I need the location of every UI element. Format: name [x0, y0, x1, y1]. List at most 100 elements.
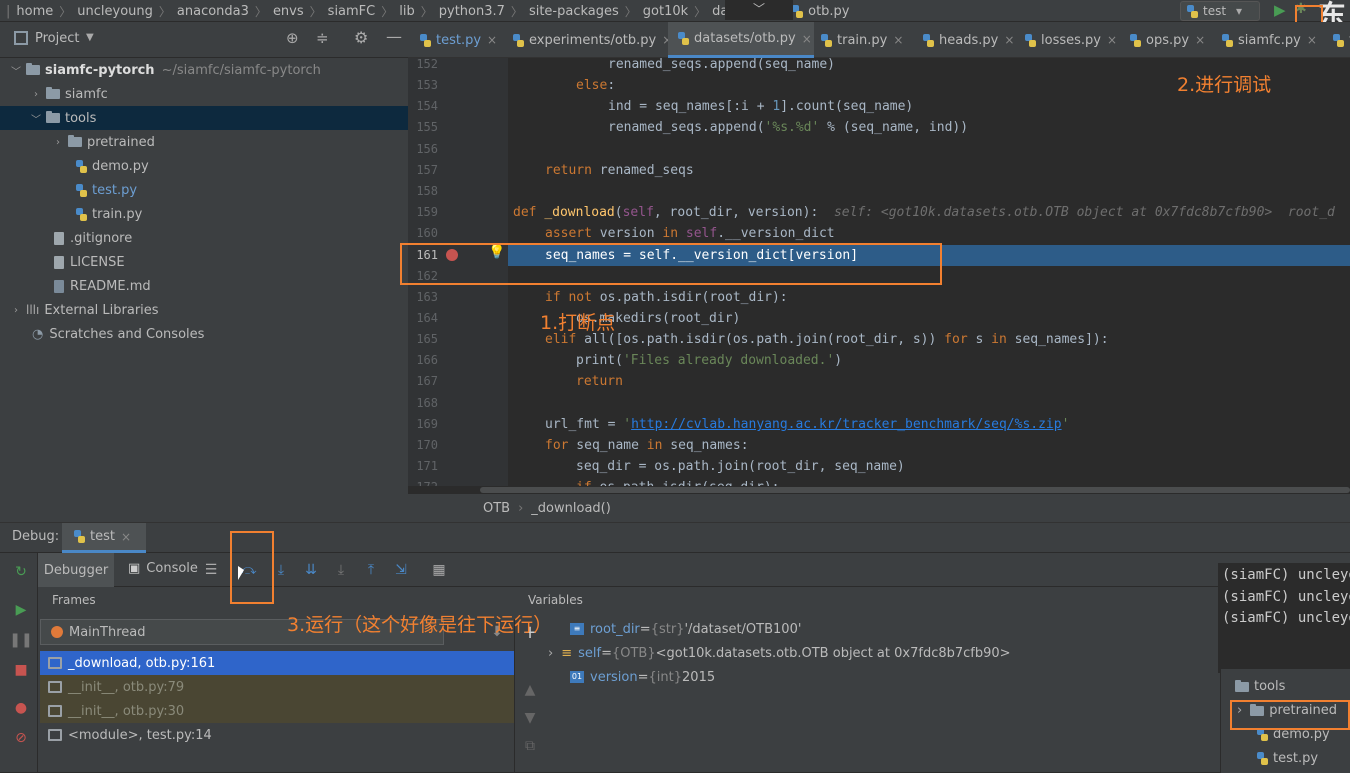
project-title[interactable]: Project	[35, 31, 79, 46]
tab-debugger[interactable]: Debugger	[38, 553, 114, 587]
collapse-icon[interactable]: ≑	[316, 29, 329, 47]
step-out-icon[interactable]: ⤒	[362, 561, 380, 579]
tree-item-readme[interactable]: README.md	[0, 274, 408, 298]
tab-losses-py[interactable]: losses.py ×	[1015, 22, 1117, 58]
expanded-arrow-icon[interactable]: ﹀	[10, 63, 22, 78]
variable-row[interactable]: ≡ root_dir = {str} '/dataset/OTB100'	[570, 617, 801, 641]
tab-heads-py[interactable]: heads.py ×	[913, 22, 1014, 58]
crumb-site-packages[interactable]: site-packages	[529, 0, 619, 22]
run-to-cursor-icon[interactable]: ⇲	[392, 561, 410, 579]
folder-icon	[46, 111, 60, 123]
code-line-153: else:	[576, 78, 616, 93]
frame-item[interactable]: <module>, test.py:14	[40, 723, 514, 747]
locate-icon[interactable]: ⊕	[286, 29, 299, 47]
crumb-otb-py[interactable]: otb.py	[792, 0, 850, 22]
step-into-my-code-icon[interactable]: ⇊	[302, 561, 320, 579]
menu-icon[interactable]: ☰	[202, 561, 220, 579]
tab-truncated[interactable]: t	[1323, 22, 1350, 58]
force-step-into-icon[interactable]: ⤓	[332, 561, 350, 579]
close-icon[interactable]: ×	[893, 33, 903, 47]
pause-icon[interactable]: ❚❚	[9, 631, 32, 649]
expanded-arrow-icon[interactable]: ﹀	[30, 111, 42, 126]
code-line-159: def _download(self, root_dir, version): …	[513, 205, 1335, 220]
gear-icon[interactable]: ⚙	[354, 28, 368, 47]
collapsed-arrow-icon[interactable]: ›	[30, 89, 42, 100]
frame-item[interactable]: __init__, otb.py:79	[40, 675, 514, 699]
tree-item-train-py[interactable]: train.py	[0, 202, 408, 226]
frame-item[interactable]: __init__, otb.py:30	[40, 699, 514, 723]
mini-tree-tools[interactable]: tools	[1235, 679, 1285, 694]
close-icon[interactable]: ×	[487, 33, 497, 47]
stop-icon[interactable]: ■	[12, 661, 30, 679]
tab-train-py[interactable]: train.py ×	[811, 22, 903, 58]
code-breadcrumb: OTB › _download()	[408, 494, 1350, 522]
code-line-157: return renamed_seqs	[545, 163, 694, 178]
collapsed-arrow-icon[interactable]: ›	[52, 137, 64, 148]
python-icon	[1187, 4, 1198, 18]
nav-class[interactable]: OTB	[483, 501, 510, 516]
project-dropdown-icon[interactable]: ▼	[86, 32, 94, 43]
crumb-python37[interactable]: python3.7	[439, 0, 505, 22]
mini-tree-test[interactable]: test.py	[1257, 751, 1318, 766]
folder-icon	[46, 87, 60, 99]
copy-icon[interactable]: ⧉	[521, 737, 539, 755]
close-icon[interactable]: ×	[1307, 33, 1317, 47]
mute-breakpoints-icon[interactable]: ⊘	[12, 729, 30, 747]
close-icon[interactable]: ×	[1004, 33, 1014, 47]
chevron-down-icon[interactable]: ﹀	[725, 0, 793, 20]
rerun-icon[interactable]: ↻	[12, 563, 30, 581]
resume-icon[interactable]: ▶	[12, 601, 30, 619]
tab-console[interactable]: ▣ Console	[128, 561, 198, 576]
move-down-icon[interactable]: ▼	[521, 709, 539, 727]
project-panel: Project ▼ ⊕ ≑ ⚙ — ﹀ siamfc-pytorch ~/siam…	[0, 22, 408, 522]
crumb-home[interactable]: | home	[6, 0, 53, 22]
tab-siamfc-py[interactable]: siamfc.py ×	[1212, 22, 1317, 58]
line-number: 170	[416, 438, 438, 452]
close-icon[interactable]: ×	[121, 530, 131, 544]
line-number: 156	[416, 142, 438, 156]
nav-method[interactable]: _download()	[531, 501, 611, 516]
crumb-lib[interactable]: lib	[399, 0, 414, 22]
tree-item-siamfc[interactable]: › siamfc	[0, 82, 408, 106]
run-icon[interactable]: ▶	[1274, 1, 1286, 19]
tree-item-license[interactable]: LICENSE	[0, 250, 408, 274]
thread-icon	[51, 626, 63, 638]
tab-test-py[interactable]: test.py ×	[410, 22, 497, 58]
tab-datasets-otb[interactable]: datasets/otb.py ×	[668, 22, 814, 58]
expand-arrow-icon[interactable]: ›	[548, 646, 553, 661]
step-into-icon[interactable]: ⤓	[272, 561, 290, 579]
variable-row[interactable]: 01 version = {int} 2015	[570, 665, 715, 689]
crumb-envs[interactable]: envs	[273, 0, 304, 22]
tree-item-test-py[interactable]: test.py	[0, 178, 408, 202]
tab-ops-py[interactable]: ops.py ×	[1120, 22, 1205, 58]
tab-debug-session[interactable]: test ×	[62, 523, 146, 553]
minimize-icon[interactable]: —	[386, 27, 402, 46]
frame-item[interactable]: _download, otb.py:161	[40, 651, 514, 675]
variable-row[interactable]: › ≡ self = {OTB} <got10k.datasets.otb.OTB …	[548, 641, 1011, 665]
tree-item-external-libraries[interactable]: › lllı External Libraries	[0, 298, 408, 322]
tree-item-tools[interactable]: ﹀ tools	[0, 106, 408, 130]
crumb-siamfc[interactable]: siamFC	[328, 0, 376, 22]
tree-item-demo-py[interactable]: demo.py	[0, 154, 408, 178]
python-file-icon	[420, 33, 431, 47]
horizontal-scrollbar[interactable]	[480, 487, 1350, 493]
crumb-got10k[interactable]: got10k	[643, 0, 688, 22]
view-breakpoints-icon[interactable]: ●	[12, 699, 30, 717]
python-file-icon	[1257, 752, 1268, 765]
evaluate-icon[interactable]: ▦	[430, 561, 448, 579]
code-line-165: elif all([os.path.isdir(os.path.join(roo…	[545, 332, 1109, 347]
tab-experiments-otb[interactable]: experiments/otb.py×	[503, 22, 672, 58]
collapsed-arrow-icon[interactable]: ›	[10, 305, 22, 316]
tree-item-scratches[interactable]: ◔ Scratches and Consoles	[0, 322, 408, 346]
tree-item-gitignore[interactable]: .gitignore	[0, 226, 408, 250]
folder-icon	[26, 63, 40, 75]
close-icon[interactable]: ×	[1195, 33, 1205, 47]
close-icon[interactable]: ×	[1107, 33, 1117, 47]
move-up-icon[interactable]: ▲	[521, 681, 539, 699]
line-number: 152	[416, 58, 438, 71]
tree-item-pretrained[interactable]: › pretrained	[0, 130, 408, 154]
crumb-uncleyoung[interactable]: uncleyoung	[77, 0, 153, 22]
tree-item-siamfc-pytorch[interactable]: ﹀ siamfc-pytorch ~/siamfc/siamfc-pytorch	[0, 58, 408, 82]
run-config-select[interactable]: test ▾	[1180, 1, 1260, 21]
crumb-anaconda3[interactable]: anaconda3	[177, 0, 249, 22]
